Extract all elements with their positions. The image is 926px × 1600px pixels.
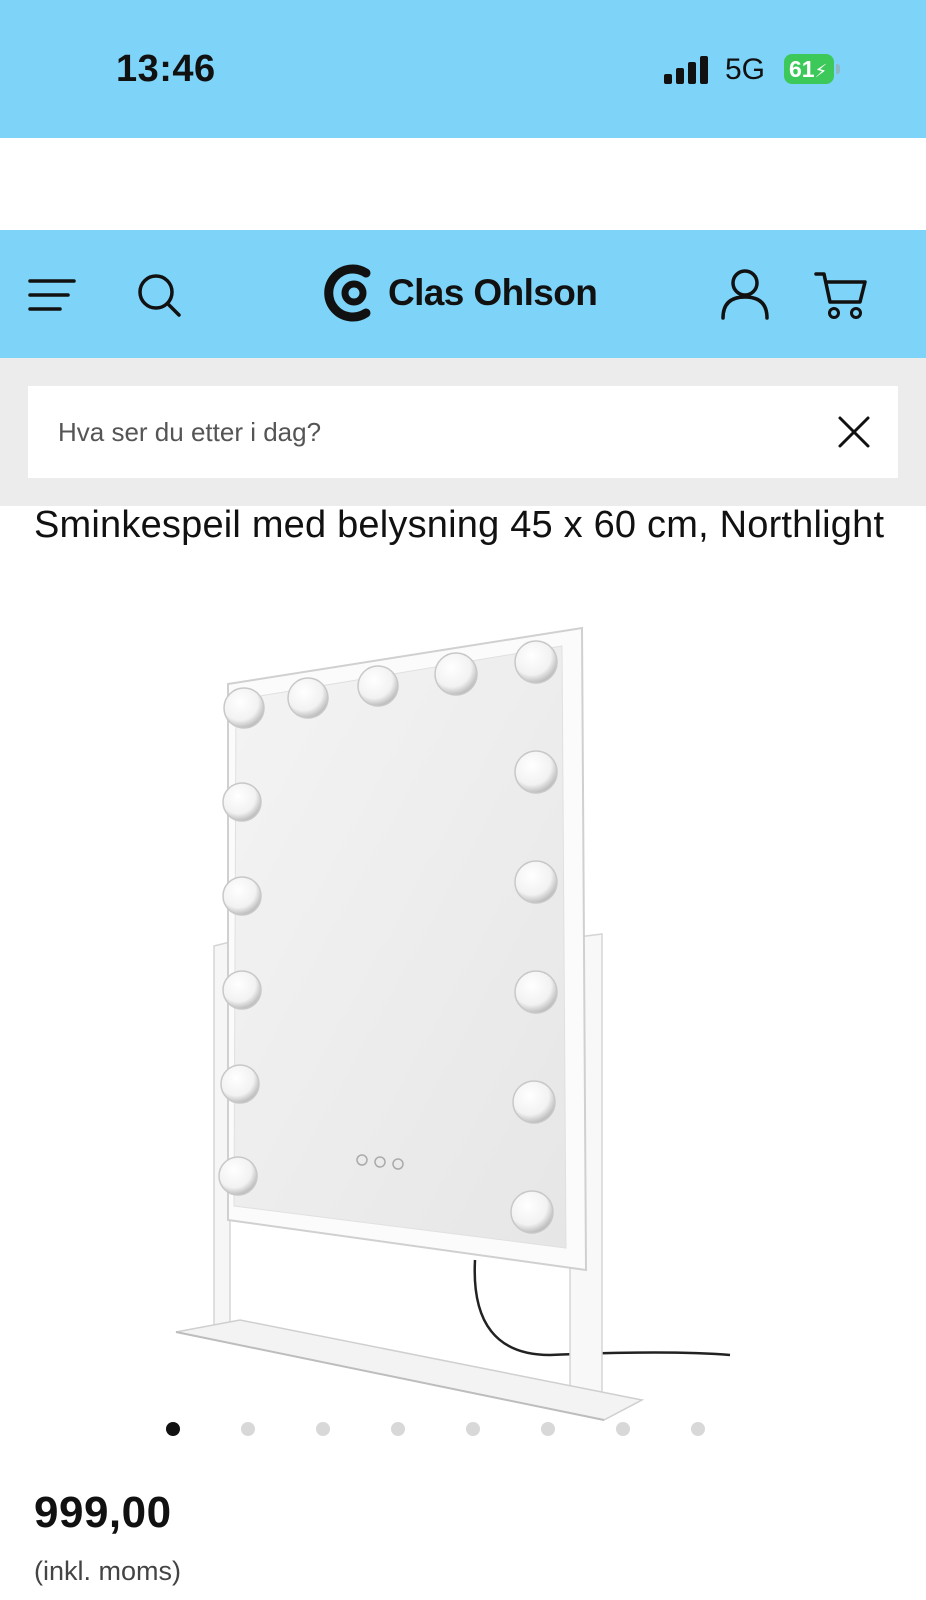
battery-level: 61⚡	[784, 54, 834, 84]
carousel-dots	[166, 1420, 726, 1440]
cart-icon[interactable]	[814, 270, 868, 320]
product-image[interactable]	[150, 620, 770, 1460]
account-icon[interactable]	[720, 268, 770, 320]
carousel-dot[interactable]	[616, 1422, 630, 1436]
price-vat-note: (inkl. moms)	[34, 1556, 181, 1586]
clas-ohlson-logo[interactable]: Clas Ohlson	[322, 260, 598, 326]
clas-ohlson-logo-mark	[324, 264, 371, 322]
battery-icon: 61⚡	[784, 54, 840, 84]
status-bar: 13:46 5G 61⚡	[0, 0, 926, 138]
carousel-dot[interactable]	[316, 1422, 330, 1436]
close-icon[interactable]	[834, 412, 874, 452]
carousel-dot[interactable]	[691, 1422, 705, 1436]
status-time: 13:46	[116, 48, 216, 90]
menu-icon[interactable]	[28, 276, 78, 314]
product-price: 999,00	[34, 1488, 172, 1537]
search-box	[28, 386, 898, 478]
signal-icon	[664, 56, 708, 84]
network-type: 5G	[725, 53, 766, 86]
search-icon[interactable]	[136, 272, 182, 318]
carousel-dot[interactable]	[541, 1422, 555, 1436]
carousel-dot[interactable]	[166, 1422, 180, 1436]
brand-name: Clas Ohlson	[388, 272, 598, 313]
product-title: Sminkespeil med belysning 45 x 60 cm, No…	[34, 504, 885, 546]
site-header: Clas Ohlson	[0, 230, 926, 358]
carousel-dot[interactable]	[466, 1422, 480, 1436]
search-band	[0, 358, 926, 506]
carousel-dot[interactable]	[241, 1422, 255, 1436]
search-input[interactable]	[58, 386, 798, 478]
blank-band	[0, 138, 926, 230]
carousel-dot[interactable]	[391, 1422, 405, 1436]
